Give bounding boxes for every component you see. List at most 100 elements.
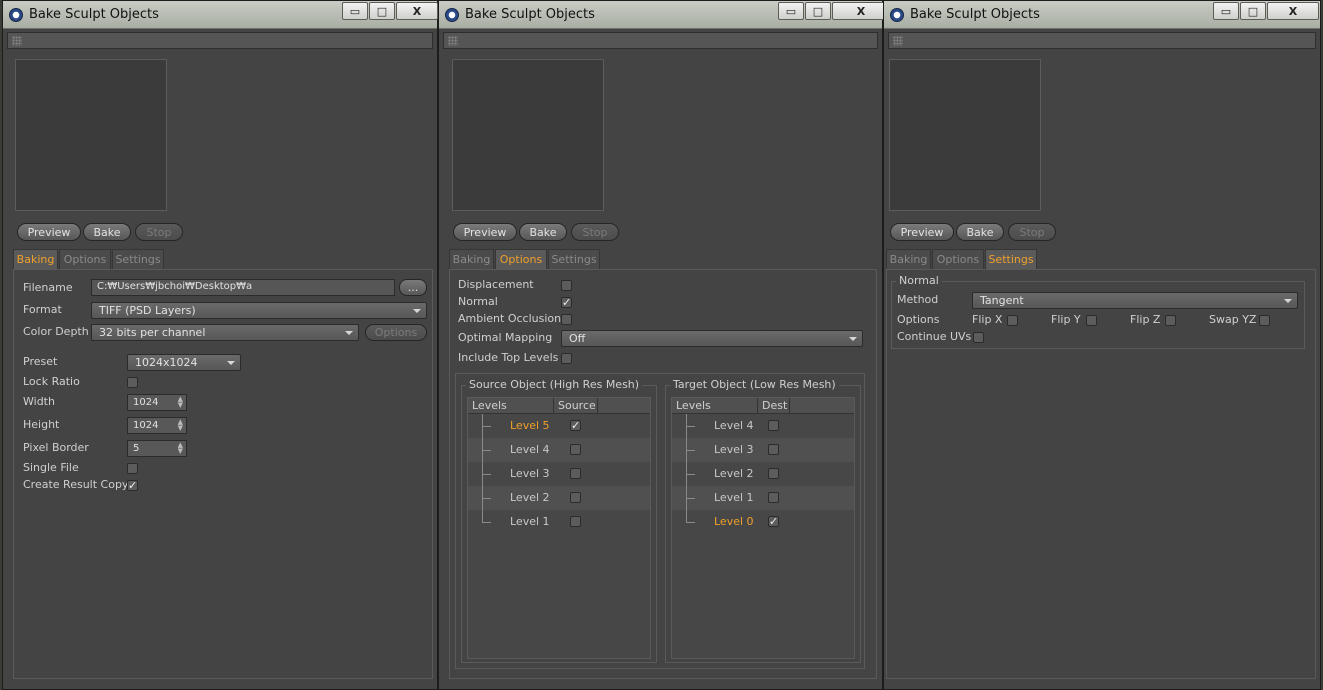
chevron-down-icon — [227, 361, 235, 365]
swap-yz-checkbox[interactable] — [1259, 315, 1270, 326]
source-level-row[interactable]: Level 1 — [468, 510, 650, 534]
bake-window-options: Bake Sculpt Objects ▭ □ X Preview Bake S… — [438, 0, 890, 690]
close-button[interactable]: X — [1267, 2, 1319, 20]
flip-x-checkbox[interactable] — [1007, 315, 1018, 326]
tab-options[interactable]: Options — [932, 249, 984, 269]
dest-checkbox[interactable] — [768, 444, 779, 455]
source-checkbox[interactable] — [570, 492, 581, 503]
grip-icon — [448, 36, 458, 46]
target-level-row[interactable]: Level 1 — [672, 486, 854, 510]
stop-button[interactable]: Stop — [135, 223, 183, 241]
single-file-label: Single File — [23, 461, 79, 474]
minimize-button[interactable]: ▭ — [778, 2, 804, 20]
target-level-row[interactable]: Level 2 — [672, 462, 854, 486]
pixel-border-field[interactable]: 5 ▲ ▼ — [127, 440, 187, 457]
close-button[interactable]: X — [832, 2, 890, 20]
width-field[interactable]: 1024 ▲ ▼ — [127, 394, 187, 411]
maximize-button[interactable]: □ — [805, 2, 831, 20]
normal-checkbox[interactable]: ✓ — [561, 297, 572, 308]
optimal-mapping-select[interactable]: Off — [561, 330, 863, 347]
ambient-occlusion-label: Ambient Occlusion — [458, 312, 562, 325]
minimize-button[interactable]: ▭ — [342, 2, 368, 20]
dest-checkbox[interactable] — [768, 468, 779, 479]
tab-options[interactable]: Options — [59, 249, 111, 269]
method-select[interactable]: Tangent — [972, 292, 1298, 309]
title-bar[interactable]: Bake Sculpt Objects ▭ □ X — [884, 1, 1320, 29]
title-bar[interactable]: Bake Sculpt Objects ▭ □ X — [3, 1, 438, 29]
dest-checkbox[interactable]: ✓ — [768, 516, 779, 527]
window-title: Bake Sculpt Objects — [910, 7, 1040, 22]
height-field[interactable]: 1024 ▲ ▼ — [127, 417, 187, 434]
source-column-header[interactable]: Source — [554, 398, 598, 414]
tab-settings[interactable]: Settings — [112, 249, 164, 269]
source-checkbox[interactable] — [570, 444, 581, 455]
source-level-row[interactable]: Level 5 ✓ — [468, 414, 650, 438]
single-file-checkbox[interactable] — [127, 463, 138, 474]
flip-y-checkbox[interactable] — [1086, 315, 1097, 326]
levels-column-header[interactable]: Levels — [672, 398, 758, 414]
preview-button[interactable]: Preview — [890, 223, 954, 241]
lock-ratio-checkbox[interactable] — [127, 377, 138, 388]
bake-button[interactable]: Bake — [519, 223, 567, 241]
flip-x-label: Flip X — [972, 313, 1003, 326]
preset-select[interactable]: 1024x1024 — [127, 354, 241, 371]
tab-baking[interactable]: Baking — [13, 249, 58, 269]
tab-baking[interactable]: Baking — [886, 249, 931, 269]
tree-line — [686, 414, 696, 438]
spinner-arrows-icon[interactable]: ▲ ▼ — [178, 442, 183, 455]
minimize-button[interactable]: ▭ — [1213, 2, 1239, 20]
create-result-copy-label: Create Result Copy — [23, 478, 129, 491]
levels-column-header[interactable]: Levels — [468, 398, 554, 414]
preset-label: Preset — [23, 355, 58, 368]
height-label: Height — [23, 418, 60, 431]
dest-checkbox[interactable] — [768, 492, 779, 503]
bake-button[interactable]: Bake — [83, 223, 131, 241]
source-levels-list: Levels Source Level 5 ✓ Level 4 Level 3 L… — [467, 397, 651, 659]
dest-column-header[interactable]: Dest — [758, 398, 790, 414]
target-level-row[interactable]: Level 3 — [672, 438, 854, 462]
target-level-row[interactable]: Level 4 — [672, 414, 854, 438]
color-depth-select[interactable]: 32 bits per channel — [91, 324, 359, 341]
color-depth-label: Color Depth — [23, 325, 89, 338]
browse-button[interactable]: ... — [399, 279, 427, 296]
preview-button[interactable]: Preview — [17, 223, 81, 241]
source-checkbox[interactable]: ✓ — [570, 420, 581, 431]
toolbar-grip[interactable] — [888, 32, 1316, 49]
normal-group-title: Normal — [896, 274, 942, 287]
spinner-arrows-icon[interactable]: ▲ ▼ — [178, 419, 183, 432]
source-checkbox[interactable] — [570, 516, 581, 527]
source-level-row[interactable]: Level 2 — [468, 486, 650, 510]
displacement-checkbox[interactable] — [561, 280, 572, 291]
spinner-arrows-icon[interactable]: ▲ ▼ — [178, 396, 183, 409]
include-top-levels-checkbox[interactable] — [561, 353, 572, 364]
bake-button[interactable]: Bake — [956, 223, 1004, 241]
level-label: Level 2 — [714, 467, 754, 480]
maximize-button[interactable]: □ — [369, 2, 395, 20]
maximize-button[interactable]: □ — [1240, 2, 1266, 20]
preview-button[interactable]: Preview — [453, 223, 517, 241]
format-select[interactable]: TIFF (PSD Layers) — [91, 302, 427, 319]
create-result-copy-checkbox[interactable]: ✓ — [127, 480, 138, 491]
dest-checkbox[interactable] — [768, 420, 779, 431]
filename-field[interactable]: C:₩Users₩jbchoi₩Desktop₩a — [91, 279, 395, 296]
tab-options[interactable]: Options — [495, 249, 547, 269]
stop-button[interactable]: Stop — [1008, 223, 1056, 241]
flip-z-checkbox[interactable] — [1165, 315, 1176, 326]
color-options-button[interactable]: Options — [365, 324, 427, 341]
toolbar-grip[interactable] — [443, 32, 878, 49]
source-level-row[interactable]: Level 3 — [468, 462, 650, 486]
title-bar[interactable]: Bake Sculpt Objects ▭ □ X — [439, 1, 890, 29]
target-level-row[interactable]: Level 0 ✓ — [672, 510, 854, 534]
tab-baking[interactable]: Baking — [449, 249, 494, 269]
source-level-row[interactable]: Level 4 — [468, 438, 650, 462]
continue-uvs-checkbox[interactable] — [973, 332, 984, 343]
ambient-occlusion-checkbox[interactable] — [561, 314, 572, 325]
toolbar-grip[interactable] — [7, 32, 433, 49]
tab-settings[interactable]: Settings — [985, 249, 1037, 269]
stop-button[interactable]: Stop — [571, 223, 619, 241]
close-button[interactable]: X — [396, 2, 438, 20]
tree-line — [482, 486, 492, 510]
source-checkbox[interactable] — [570, 468, 581, 479]
tab-settings[interactable]: Settings — [548, 249, 600, 269]
format-value: TIFF (PSD Layers) — [99, 304, 196, 317]
